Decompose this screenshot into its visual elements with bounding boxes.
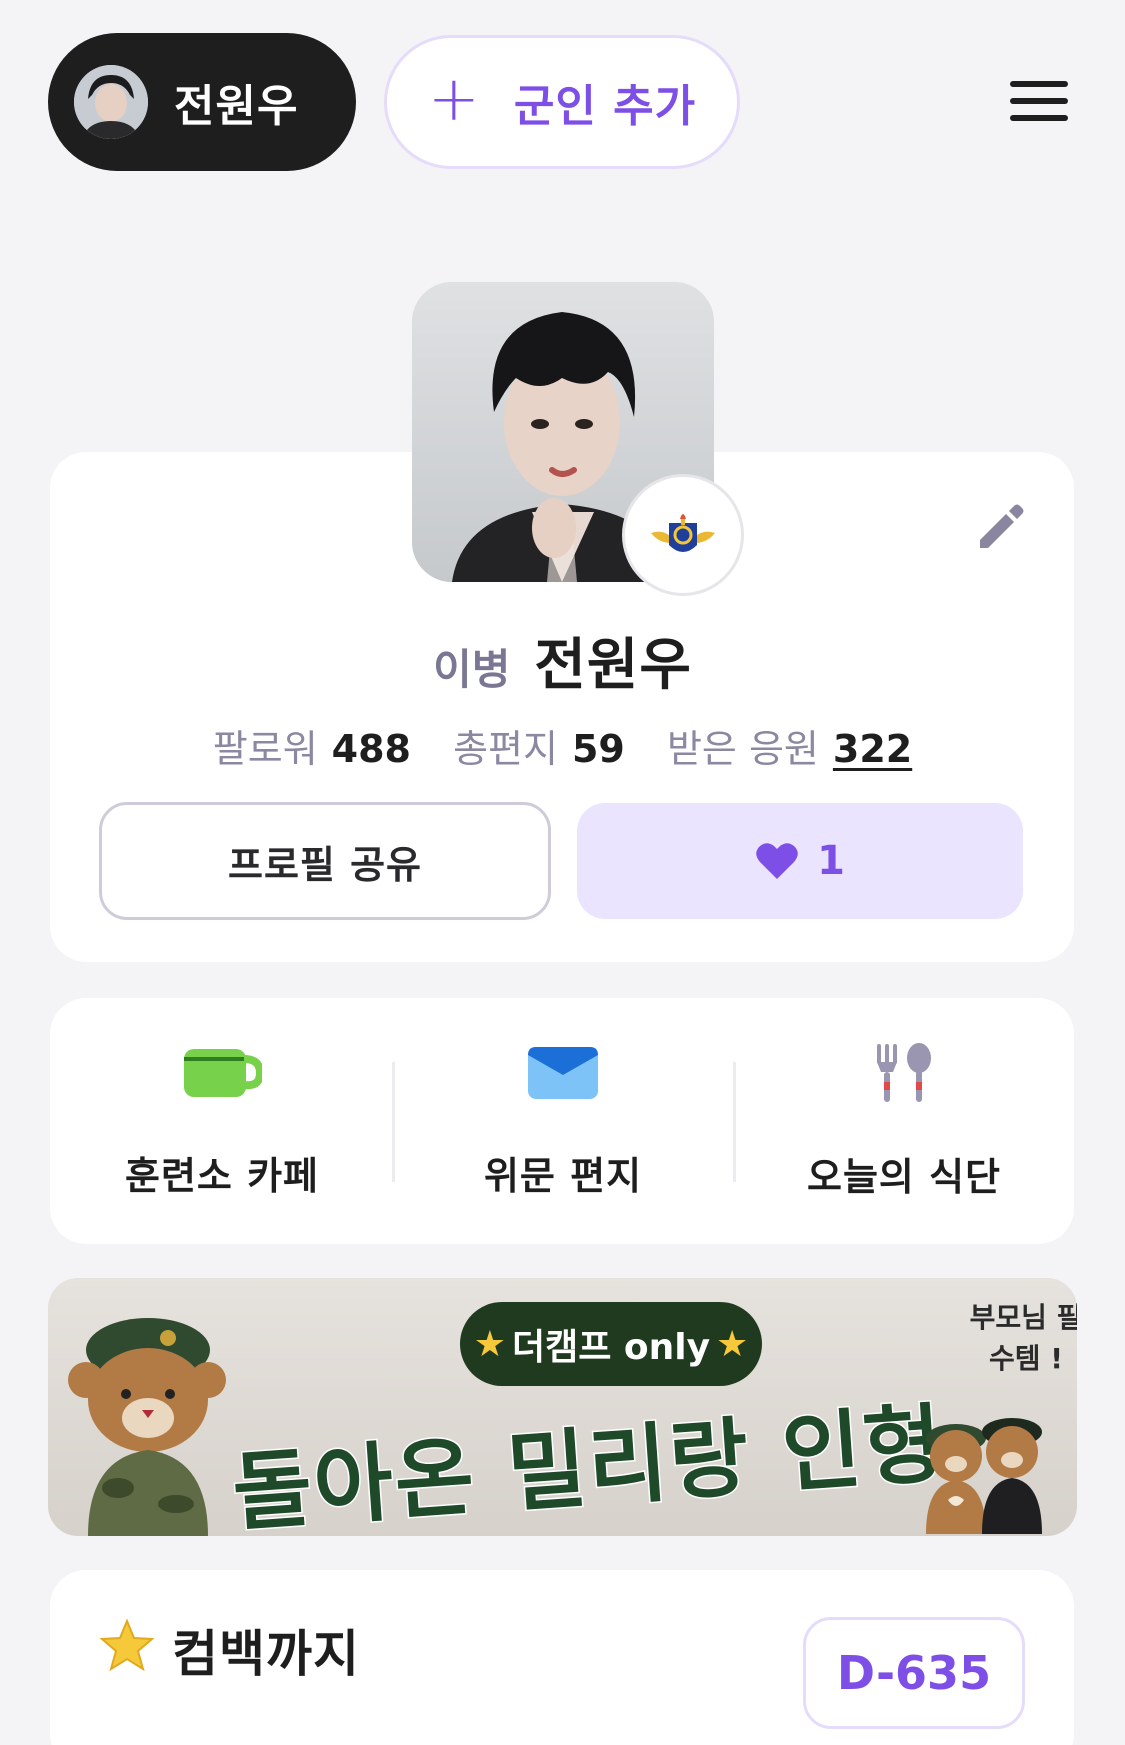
soldier-avatar-small <box>74 65 148 139</box>
countdown-title: 컴백까지 <box>172 1625 360 1683</box>
meal-icon <box>859 1040 949 1106</box>
add-soldier-label: 군인 추가 <box>513 81 697 132</box>
edit-pencil-icon[interactable] <box>972 498 1030 556</box>
current-soldier-pill[interactable]: 전원우 <box>48 33 356 171</box>
soldier-rank: 이병 <box>433 645 511 694</box>
letters-label: 총편지 <box>453 727 558 771</box>
plus-icon: + <box>427 62 480 135</box>
teddy-bear-pair-image <box>926 1418 1042 1534</box>
quick-menu-divider <box>733 1062 736 1182</box>
banner-tag: ★ 더캠프 only ★ <box>460 1302 762 1386</box>
like-button[interactable]: 1 <box>577 803 1023 919</box>
cheers-label: 받은 응원 <box>666 727 819 771</box>
followers-count[interactable]: 488 <box>332 727 411 771</box>
training-cafe-label: 훈련소 카페 <box>124 1154 320 1198</box>
unit-emblem-badge <box>622 474 744 596</box>
heart-icon <box>756 843 798 879</box>
followers-label: 팔로워 <box>212 727 318 771</box>
banner-side-note: 부모님 필수템 ! <box>969 1301 1077 1375</box>
soldier-rank-and-name: 이병 전원우 <box>0 620 1125 701</box>
soldier-name: 전원우 <box>534 633 692 698</box>
hamburger-menu-icon[interactable] <box>1010 81 1068 121</box>
cup-icon <box>177 1040 267 1105</box>
quick-menu-divider <box>392 1062 395 1182</box>
star-icon <box>98 1618 156 1676</box>
mail-icon <box>518 1040 608 1105</box>
banner-title: 돌아온 밀리랑 인형 <box>228 1393 949 1536</box>
training-cafe-button[interactable]: 훈련소 카페 <box>72 1040 372 1200</box>
cheers-count-link[interactable]: 322 <box>833 727 912 771</box>
add-soldier-button[interactable]: + 군인 추가 <box>384 35 740 169</box>
letters-count: 59 <box>571 727 625 771</box>
banner-tag-text: 더캠프 only <box>511 1327 711 1368</box>
dday-badge[interactable]: D-635 <box>803 1617 1025 1729</box>
like-count: 1 <box>817 838 845 884</box>
comfort-letter-label: 위문 편지 <box>483 1154 643 1198</box>
promo-banner[interactable]: ★ 더캠프 only ★ 돌아온 밀리랑 인형 부모님 필수템 ! <box>48 1278 1077 1536</box>
todays-meal-button[interactable]: 오늘의 식단 <box>754 1040 1054 1200</box>
profile-stats: 팔로워 488 총편지 59 받은 응원 322 <box>0 718 1125 773</box>
star-icon: ★ <box>716 1323 749 1365</box>
unit-emblem-icon <box>651 514 715 552</box>
todays-meal-label: 오늘의 식단 <box>806 1155 1002 1199</box>
profile-screen: 전원우 + 군인 추가 이병 전원우 팔로워 488 총편지 59 받은 응원 … <box>0 0 1125 1745</box>
current-soldier-name: 전원우 <box>174 81 299 132</box>
share-profile-button[interactable]: 프로필 공유 <box>99 802 551 920</box>
comfort-letter-button[interactable]: 위문 편지 <box>413 1040 713 1200</box>
star-icon: ★ <box>473 1323 506 1365</box>
